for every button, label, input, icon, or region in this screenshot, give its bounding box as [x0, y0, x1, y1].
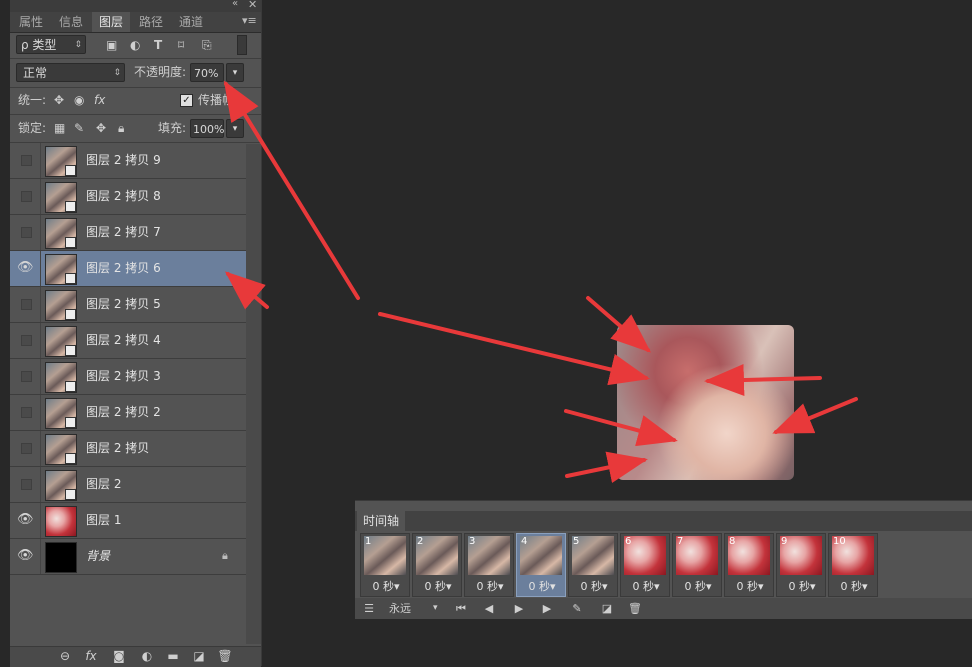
arrow-to-canvas [378, 312, 650, 386]
arrow-to-selected-layer [224, 271, 269, 310]
arrow-to-opacity [223, 80, 360, 300]
arrow-to-tattoo [565, 451, 648, 483]
arrow-to-hair [586, 296, 652, 353]
annotation-arrows [223, 80, 858, 483]
arrow-to-shoulder [564, 409, 678, 447]
arrow-to-face [704, 364, 822, 397]
arrow-to-back [772, 397, 858, 434]
